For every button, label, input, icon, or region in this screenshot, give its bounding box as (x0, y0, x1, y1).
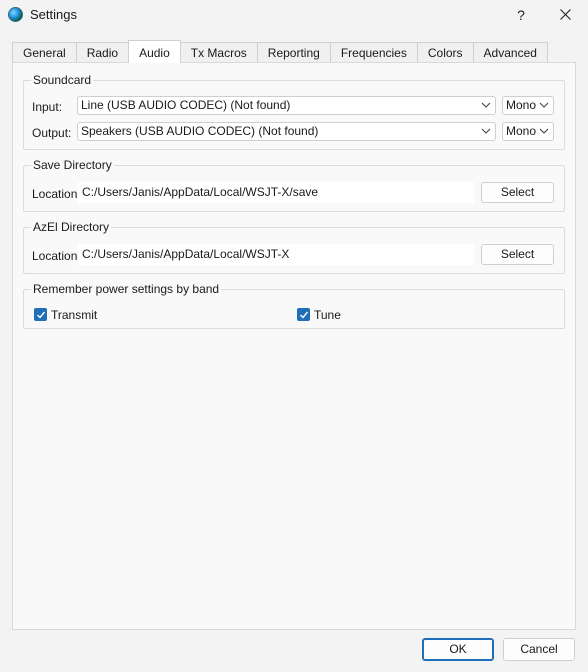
chevron-down-icon (539, 102, 549, 108)
tab-advanced[interactable]: Advanced (472, 42, 548, 63)
close-icon (559, 9, 571, 20)
tab-colors[interactable]: Colors (416, 42, 474, 63)
tab-general[interactable]: General (12, 42, 77, 63)
output-channel-select[interactable]: Mono (502, 122, 554, 141)
output-device-select[interactable]: Speakers (USB AUDIO CODEC) (Not found) (77, 122, 496, 141)
tab-frequencies[interactable]: Frequencies (329, 42, 418, 63)
window-title: Settings (30, 7, 77, 22)
help-button[interactable]: ? (510, 4, 532, 26)
soundcard-group-title: Soundcard (31, 73, 94, 87)
tune-checkbox[interactable] (297, 308, 310, 321)
output-channel-value: Mono (506, 124, 537, 138)
power-settings-group-title: Remember power settings by band (31, 282, 222, 296)
save-location-label: Location: (32, 187, 81, 201)
input-channel-value: Mono (506, 98, 537, 112)
transmit-checkbox[interactable] (34, 308, 47, 321)
save-select-button[interactable]: Select (481, 182, 554, 203)
save-directory-group: Save Directory Location: C:/Users/Janis/… (23, 158, 565, 212)
tab-tx-macros[interactable]: Tx Macros (179, 42, 258, 63)
chevron-down-icon (481, 102, 491, 108)
output-device-value: Speakers (USB AUDIO CODEC) (Not found) (81, 124, 319, 138)
tab-bar: General Radio Audio Tx Macros Reporting … (12, 40, 548, 63)
power-settings-group: Remember power settings by band Transmit… (23, 282, 565, 329)
azel-directory-group-title: AzEl Directory (31, 220, 112, 234)
input-device-select[interactable]: Line (USB AUDIO CODEC) (Not found) (77, 96, 496, 115)
save-directory-group-title: Save Directory (31, 158, 114, 172)
chevron-down-icon (481, 128, 491, 134)
close-button[interactable] (554, 4, 576, 26)
wsjt-globe-icon (8, 7, 23, 22)
save-path-field[interactable]: C:/Users/Janis/AppData/Local/WSJT-X/save (78, 182, 474, 203)
transmit-label[interactable]: Transmit (51, 308, 97, 322)
output-label: Output: (32, 126, 72, 140)
audio-tab-panel: Soundcard Input: Line (USB AUDIO CODEC) … (12, 62, 576, 630)
input-device-value: Line (USB AUDIO CODEC) (Not found) (81, 98, 291, 112)
azel-select-button[interactable]: Select (481, 244, 554, 265)
input-label: Input: (32, 100, 63, 114)
azel-location-label: Location: (32, 249, 81, 263)
cancel-button[interactable]: Cancel (503, 638, 575, 661)
tab-audio[interactable]: Audio (128, 40, 181, 63)
tab-reporting[interactable]: Reporting (256, 42, 331, 63)
azel-directory-group: AzEl Directory Location: C:/Users/Janis/… (23, 220, 565, 274)
title-bar: Settings ? (0, 0, 588, 30)
checkmark-icon (300, 311, 309, 319)
soundcard-group: Soundcard Input: Line (USB AUDIO CODEC) … (23, 73, 565, 150)
checkmark-icon (37, 311, 46, 319)
azel-path-field[interactable]: C:/Users/Janis/AppData/Local/WSJT-X (78, 244, 474, 265)
tab-radio[interactable]: Radio (75, 42, 130, 63)
chevron-down-icon (539, 128, 549, 134)
input-channel-select[interactable]: Mono (502, 96, 554, 115)
ok-button[interactable]: OK (422, 638, 494, 661)
tune-label[interactable]: Tune (314, 308, 341, 322)
